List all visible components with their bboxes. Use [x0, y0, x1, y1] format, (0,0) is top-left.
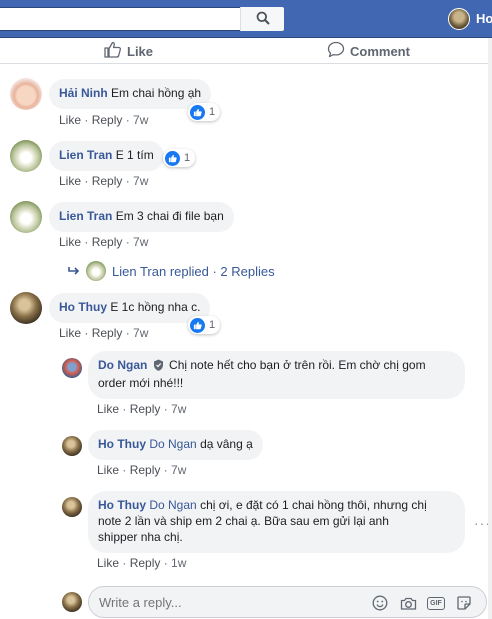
comment-bubble: Ho Thuy E 1c hồng nha c.: [49, 293, 211, 323]
reply-text-line1: Chị note hết cho bạn ở trên rồi. Em chờ …: [169, 358, 426, 372]
reply-link[interactable]: Reply: [92, 326, 123, 340]
reply-link[interactable]: Reply: [92, 235, 123, 249]
reaction-count[interactable]: 1: [188, 103, 221, 121]
like-reaction-icon: [190, 104, 205, 120]
timestamp[interactable]: 7w: [133, 326, 148, 340]
comment-button[interactable]: Comment: [327, 41, 410, 61]
comment-text: Em 3 chai đi file bạn: [115, 209, 224, 223]
reply-text-line2: order mới nhé!!!: [98, 376, 184, 390]
reaction-number: 1: [209, 319, 216, 331]
like-button[interactable]: Like: [104, 41, 153, 61]
reply-author[interactable]: Do Ngan: [98, 358, 147, 372]
emoji-icon[interactable]: [370, 593, 390, 613]
comment-text: E 1 tím: [115, 148, 154, 162]
reply-text-line2: note 2 lần và ship em 2 chai ạ. Bữa sau …: [98, 514, 389, 528]
reply-bubble: Ho Thuy Do Ngan dạ vâng ạ: [88, 430, 263, 460]
like-link[interactable]: Like: [59, 326, 81, 340]
reply-text-line1: chị ơi, e đặt có 1 chai hồng thôi, nhưng…: [200, 498, 427, 512]
reaction-count[interactable]: 1: [163, 149, 196, 167]
comment-text: Em chai hồng ạh: [111, 86, 202, 100]
top-bar: Ho: [0, 0, 492, 38]
reply-author[interactable]: Ho Thuy: [98, 437, 146, 451]
comment-meta: Like · Reply · 7w: [59, 235, 149, 249]
avatar[interactable]: [62, 436, 82, 456]
reply-link[interactable]: Reply: [130, 402, 161, 416]
like-label: Like: [127, 43, 154, 59]
comment-meta: Like · Reply · 7w: [59, 174, 149, 188]
timestamp[interactable]: 7w: [171, 463, 186, 477]
reply-meta: Like · Reply · 1w: [97, 556, 187, 570]
replies-count: 2 Replies: [220, 263, 275, 279]
avatar[interactable]: [10, 201, 42, 233]
like-reaction-icon: [190, 317, 205, 333]
comment-icon: [327, 41, 345, 61]
like-link[interactable]: Like: [97, 402, 119, 416]
search-button[interactable]: [240, 7, 284, 31]
reply-input[interactable]: [99, 593, 339, 611]
sticker-icon[interactable]: [454, 593, 474, 613]
avatar[interactable]: [62, 358, 82, 378]
comment-meta: Like · Reply · 7w: [59, 113, 149, 127]
like-link[interactable]: Like: [59, 235, 81, 249]
comment-bubble: Lien Tran E 1 tím: [49, 141, 164, 171]
reply-meta: Like · Reply · 7w: [97, 402, 187, 416]
reaction-count[interactable]: 1: [188, 316, 221, 334]
mention-link[interactable]: Do Ngan: [149, 437, 196, 451]
avatar[interactable]: [10, 292, 42, 324]
reply-bubble: Ho Thuy Do Ngan chị ơi, e đặt có 1 chai …: [88, 491, 465, 553]
search-icon: [256, 11, 270, 28]
comment-bubble: Lien Tran Em 3 chai đi file bạn: [49, 202, 234, 232]
timestamp[interactable]: 7w: [171, 402, 186, 416]
thumbs-up-icon: [104, 41, 122, 61]
reply-author[interactable]: Ho Thuy: [98, 498, 146, 512]
reaction-number: 1: [209, 106, 216, 118]
like-link[interactable]: Like: [97, 463, 119, 477]
reply-link[interactable]: Reply: [92, 174, 123, 188]
timestamp[interactable]: 7w: [133, 113, 148, 127]
like-link[interactable]: Like: [59, 174, 81, 188]
like-reaction-icon: [165, 150, 180, 166]
comment-author[interactable]: Hải Ninh: [59, 86, 108, 100]
replied-author: Lien Tran: [112, 263, 167, 279]
reply-composer[interactable]: GIF: [88, 586, 487, 618]
timestamp[interactable]: 7w: [133, 174, 148, 188]
comment-author[interactable]: Lien Tran: [59, 148, 112, 162]
post-action-bar: Like Comment: [0, 38, 492, 64]
comment-author[interactable]: Lien Tran: [59, 209, 112, 223]
reply-link[interactable]: Reply: [92, 113, 123, 127]
like-link[interactable]: Like: [59, 113, 81, 127]
avatar[interactable]: [10, 78, 42, 110]
timestamp[interactable]: 7w: [133, 235, 148, 249]
shield-icon: [153, 359, 164, 375]
comment-author[interactable]: Ho Thuy: [59, 300, 107, 314]
profile-name[interactable]: Ho: [476, 11, 492, 26]
reply-link[interactable]: Reply: [130, 463, 161, 477]
gif-icon[interactable]: GIF: [426, 593, 446, 613]
mention-link[interactable]: Do Ngan: [149, 498, 196, 512]
comment-text: E 1c hồng nha c.: [110, 300, 201, 314]
reaction-number: 1: [184, 152, 191, 164]
like-link[interactable]: Like: [97, 556, 119, 570]
avatar[interactable]: [10, 140, 42, 172]
comment-label: Comment: [350, 43, 410, 59]
reply-bubble: Do Ngan Chị note hết cho bạn ở trên rồi.…: [88, 351, 465, 399]
avatar: [86, 261, 106, 281]
scrollbar[interactable]: [488, 38, 492, 619]
avatar[interactable]: [62, 497, 82, 517]
gif-label: GIF: [427, 596, 445, 610]
view-replies-link[interactable]: Lien Tran replied · 2 Replies: [68, 261, 275, 281]
profile-avatar[interactable]: [448, 8, 470, 30]
reply-link[interactable]: Reply: [130, 556, 161, 570]
reply-meta: Like · Reply · 7w: [97, 463, 187, 477]
reply-text: dạ vâng ạ: [200, 437, 253, 451]
comment-meta: Like · Reply · 7w: [59, 326, 149, 340]
comment-bubble: Hải Ninh Em chai hồng ạh: [49, 79, 212, 109]
timestamp[interactable]: 1w: [171, 556, 186, 570]
camera-icon[interactable]: [398, 593, 418, 613]
replied-action: replied: [169, 263, 209, 279]
reply-text-line3: shipper nha chị.: [98, 530, 183, 544]
avatar: [62, 592, 82, 612]
reply-arrow-icon: [68, 264, 80, 279]
